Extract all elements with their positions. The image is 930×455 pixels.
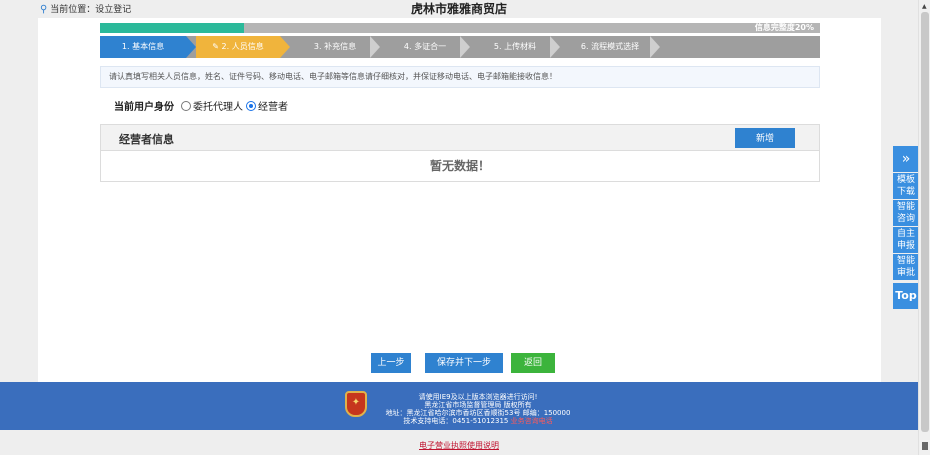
panel-header: 经营者信息 新增 bbox=[101, 125, 819, 151]
back-button[interactable]: 返回 bbox=[511, 353, 555, 373]
radio-operator-label[interactable]: 经营者 bbox=[258, 98, 288, 113]
step-wizard: 1. 基本信息 ✎ 2. 人员信息 3. 补充信息 4. 多证合一 5. 上传材… bbox=[100, 36, 820, 58]
footer-browser-note: 请使用IE9及以上版本浏览器进行访问! bbox=[418, 393, 538, 401]
radio-agent[interactable] bbox=[181, 100, 191, 111]
progress-fill bbox=[100, 23, 244, 33]
progress-label: 信息完整度20% bbox=[754, 23, 814, 32]
previous-step-button[interactable]: 上一步 bbox=[371, 353, 411, 373]
add-button[interactable]: 新增 bbox=[735, 128, 795, 148]
page-title: 虎林市雅雅商贸店 bbox=[410, 2, 507, 16]
scroll-up-arrow-icon[interactable]: ▲ bbox=[922, 3, 927, 10]
step-label: 2. 人员信息 bbox=[221, 42, 264, 51]
operator-info-panel: 经营者信息 新增 暂无数据！ bbox=[100, 124, 820, 182]
pencil-icon: ✎ bbox=[212, 42, 222, 51]
step-supplementary-info[interactable]: 3. 补充信息 bbox=[290, 36, 380, 58]
step-multi-certificate[interactable]: 4. 多证合一 bbox=[380, 36, 470, 58]
step-label: 4. 多证合一 bbox=[403, 42, 447, 51]
footer-copyright: 黑龙江省市场监督管理局 版权所有 bbox=[424, 401, 532, 409]
step-process-mode[interactable]: 6. 流程模式选择 bbox=[560, 36, 660, 58]
notice-banner: 请认真填写相关人员信息，姓名、证件号码、移动电话、电子邮箱等信息请仔细核对，并保… bbox=[100, 66, 820, 88]
consult-phone-link[interactable]: 业务咨询电话 bbox=[511, 417, 553, 425]
scroll-position-marker bbox=[922, 442, 928, 450]
user-identity-selector: 当前用户身份 委托代理人 经营者 bbox=[114, 98, 288, 113]
footer-support: 技术支持电话：0451-51012315 业务咨询电话 bbox=[378, 417, 578, 425]
top-bar: ⚲ 当前位置：设立登记 虎林市雅雅商贸店 bbox=[0, 0, 918, 18]
step-chevron bbox=[550, 36, 560, 58]
support-phone: 技术支持电话：0451-51012315 bbox=[403, 417, 509, 425]
footer: ✦ 请使用IE9及以上版本浏览器进行访问! 黑龙江省市场监督管理局 版权所有 地… bbox=[0, 382, 918, 430]
step-chevron bbox=[370, 36, 380, 58]
empty-state: 暂无数据！ bbox=[429, 159, 490, 173]
step-basic-info[interactable]: 1. 基本信息 bbox=[100, 36, 186, 58]
radio-agent-label[interactable]: 委托代理人 bbox=[193, 98, 243, 113]
panel-title: 经营者信息 bbox=[119, 133, 174, 146]
main-content: 信息完整度20% 1. 基本信息 ✎ 2. 人员信息 3. 补充信息 4. 多证… bbox=[38, 18, 881, 382]
step-label: 1. 基本信息 bbox=[121, 42, 165, 51]
step-chevron bbox=[280, 36, 290, 58]
sidebar-self-declare[interactable]: 自主申报 bbox=[893, 227, 919, 253]
identity-label: 当前用户身份 bbox=[114, 102, 174, 113]
sidebar-smart-approval[interactable]: 智能审批 bbox=[893, 254, 919, 280]
sidebar-template-download[interactable]: 模板下载 bbox=[893, 173, 919, 199]
step-personnel-info[interactable]: ✎ 2. 人员信息 bbox=[196, 36, 280, 58]
footer-text: 请使用IE9及以上版本浏览器进行访问! 黑龙江省市场监督管理局 版权所有 地址：… bbox=[378, 393, 578, 425]
floating-sidebar: » 模板下载 智能咨询 自主申报 智能审批 Top bbox=[893, 146, 919, 309]
radio-operator[interactable] bbox=[246, 100, 256, 111]
vertical-scrollbar[interactable]: ▲ bbox=[918, 0, 930, 455]
back-to-top-button[interactable]: Top bbox=[893, 283, 919, 309]
step-chevron bbox=[650, 36, 660, 58]
save-and-next-button[interactable]: 保存并下一步 bbox=[425, 353, 503, 373]
step-chevron bbox=[186, 36, 196, 58]
step-upload-materials[interactable]: 5. 上传材料 bbox=[470, 36, 560, 58]
e-license-guide-link[interactable]: 电子营业执照使用说明 bbox=[0, 440, 918, 451]
emblem-logo: ✦ bbox=[345, 391, 367, 417]
sidebar-smart-consult[interactable]: 智能咨询 bbox=[893, 200, 919, 226]
footer-address: 地址：黑龙江省哈尔滨市香坊区香顺街53号 邮编：150000 bbox=[385, 409, 571, 417]
step-label: 6. 流程模式选择 bbox=[580, 42, 640, 51]
step-label: 5. 上传材料 bbox=[493, 42, 537, 51]
double-chevron-right-icon[interactable]: » bbox=[893, 146, 919, 172]
step-label: 3. 补充信息 bbox=[313, 42, 357, 51]
completeness-progress-bar: 信息完整度20% bbox=[100, 23, 820, 33]
step-chevron bbox=[460, 36, 470, 58]
scroll-thumb[interactable] bbox=[921, 12, 929, 432]
